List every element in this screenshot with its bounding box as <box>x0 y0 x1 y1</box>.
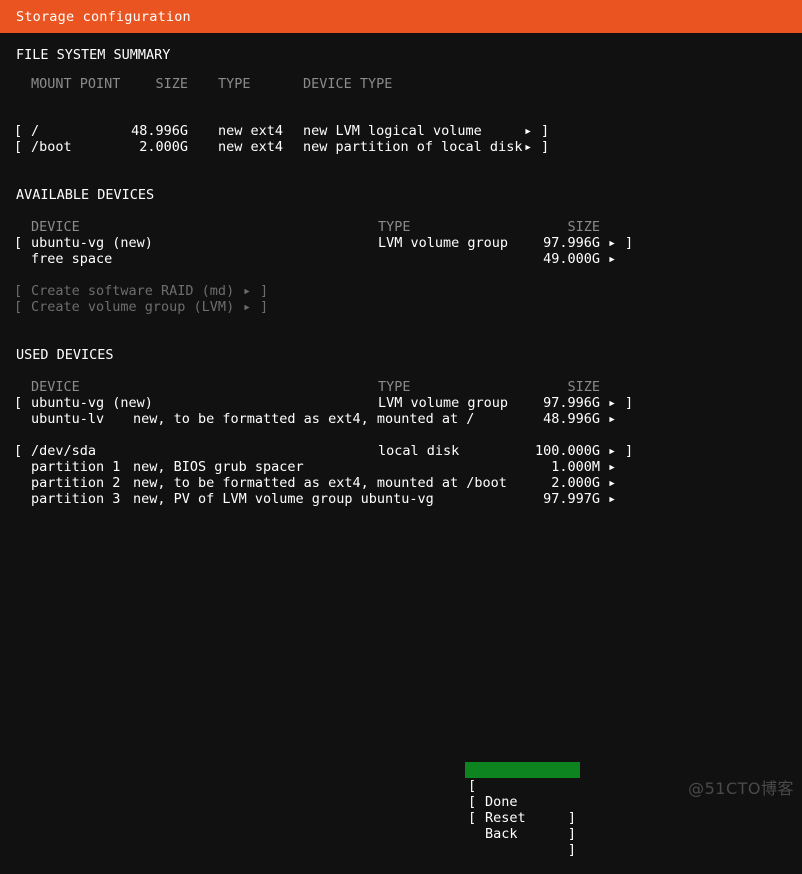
expand-arrow-icon: ▸ <box>243 299 252 315</box>
bracket-close: ] <box>260 283 269 299</box>
back-button-label: Back <box>485 826 518 842</box>
expand-arrow-icon[interactable]: ▸ <box>608 491 616 507</box>
mount-point-value: / <box>31 123 40 139</box>
bracket-open: [ <box>14 395 23 411</box>
expand-arrow-icon[interactable]: ▸ <box>608 475 616 491</box>
expand-arrow-icon[interactable]: ▸ <box>608 235 616 251</box>
bracket-open: [ <box>14 235 23 251</box>
bracket-open: [ <box>14 443 23 459</box>
type-value: new ext4 <box>218 123 284 139</box>
device-size: 49.000G <box>543 251 600 267</box>
watermark: @51CTO博客 <box>688 779 794 798</box>
child-size: 1.000M <box>551 459 600 475</box>
file-system-summary-column-headers: MOUNT POINT SIZE TYPE DEVICE TYPE <box>0 76 802 92</box>
action-create-volume-group[interactable]: [ Create volume group (LVM) ▸ ] <box>0 299 802 315</box>
child-size: 48.996G <box>543 411 600 427</box>
column-header-device-type: DEVICE TYPE <box>303 76 393 92</box>
child-name: partition 1 <box>31 459 121 475</box>
column-header-size: SIZE <box>567 379 600 395</box>
type-value: new ext4 <box>218 139 284 155</box>
available-devices-column-headers: DEVICE TYPE SIZE <box>0 219 802 235</box>
action-label: Create software RAID (md) <box>31 283 235 299</box>
bracket-open: [ <box>14 299 23 315</box>
child-detail: new, to be formatted as ext4, mounted at… <box>133 475 507 491</box>
device-type-value: new LVM logical volume <box>303 123 482 139</box>
column-header-size: SIZE <box>155 76 188 92</box>
child-detail: new, BIOS grub spacer <box>133 459 304 475</box>
used-device-row-ubuntu-vg[interactable]: [ ubuntu-vg (new) LVM volume group 97.99… <box>0 395 802 411</box>
page-title: Storage configuration <box>16 8 191 25</box>
used-devices-column-headers: DEVICE TYPE SIZE <box>0 379 802 395</box>
column-header-size: SIZE <box>567 219 600 235</box>
bracket-open: [ <box>14 123 23 139</box>
available-devices-heading: AVAILABLE DEVICES <box>16 187 155 203</box>
used-device-row-dev-sda[interactable]: [ /dev/sda local disk 100.000G ▸ ] <box>0 443 802 459</box>
device-type-value: new partition of local disk <box>303 139 523 155</box>
device-size: 97.996G <box>543 395 600 411</box>
used-devices-heading: USED DEVICES <box>16 347 114 363</box>
column-header-device: DEVICE <box>31 219 80 235</box>
size-value: 2.000G <box>139 139 188 155</box>
storage-configuration-screen: FILE SYSTEM SUMMARY MOUNT POINT SIZE TYP… <box>0 33 802 858</box>
device-type: LVM volume group <box>378 235 509 251</box>
action-label: Create volume group (LVM) <box>31 299 235 315</box>
bracket-close: ] <box>567 842 576 858</box>
bracket-open: [ <box>14 283 23 299</box>
column-header-type: TYPE <box>218 76 251 92</box>
back-button[interactable]: [ Back ] <box>465 794 580 858</box>
bracket-close: ] <box>625 443 634 459</box>
bracket-close: ] <box>541 139 550 155</box>
device-name: free space <box>31 251 113 267</box>
device-size: 97.996G <box>543 235 600 251</box>
file-system-row-root[interactable]: [ / 48.996G new ext4 new LVM logical vol… <box>0 123 802 139</box>
available-device-row-free-space[interactable]: free space 49.000G ▸ <box>0 251 802 267</box>
column-header-type: TYPE <box>378 379 411 395</box>
expand-arrow-icon[interactable]: ▸ <box>608 395 616 411</box>
child-size: 97.997G <box>543 491 600 507</box>
child-name: partition 2 <box>31 475 121 491</box>
bracket-close: ] <box>541 123 550 139</box>
device-size: 100.000G <box>534 443 600 459</box>
child-name: ubuntu-lv <box>31 411 105 427</box>
mount-point-value: /boot <box>31 139 72 155</box>
child-detail: new, to be formatted as ext4, mounted at… <box>133 411 475 427</box>
bracket-close: ] <box>567 826 576 842</box>
bracket-open: [ <box>14 139 23 155</box>
used-device-child-partition-2[interactable]: partition 2 new, to be formatted as ext4… <box>0 475 802 491</box>
file-system-summary-heading: FILE SYSTEM SUMMARY <box>16 47 171 63</box>
expand-arrow-icon[interactable]: ▸ <box>608 459 616 475</box>
size-value: 48.996G <box>131 123 188 139</box>
column-header-type: TYPE <box>378 219 411 235</box>
used-device-child-partition-3[interactable]: partition 3 new, PV of LVM volume group … <box>0 491 802 507</box>
window-title-bar: Storage configuration <box>0 0 802 33</box>
expand-arrow-icon: ▸ <box>243 283 252 299</box>
done-button[interactable]: [ Done ] <box>465 762 580 826</box>
column-header-device: DEVICE <box>31 379 80 395</box>
used-device-child-ubuntu-lv[interactable]: ubuntu-lv new, to be formatted as ext4, … <box>0 411 802 427</box>
used-device-child-partition-1[interactable]: partition 1 new, BIOS grub spacer 1.000M… <box>0 459 802 475</box>
available-device-row-ubuntu-vg[interactable]: [ ubuntu-vg (new) LVM volume group 97.99… <box>0 235 802 251</box>
action-create-software-raid[interactable]: [ Create software RAID (md) ▸ ] <box>0 283 802 299</box>
child-size: 2.000G <box>551 475 600 491</box>
bracket-close: ] <box>625 235 634 251</box>
child-name: partition 3 <box>31 491 121 507</box>
bracket-open: [ <box>468 810 477 826</box>
expand-arrow-icon[interactable]: ▸ <box>524 123 532 139</box>
device-name: ubuntu-vg (new) <box>31 235 153 251</box>
expand-arrow-icon[interactable]: ▸ <box>608 251 616 267</box>
bracket-close: ] <box>567 810 576 826</box>
button-group: [ Done ] [ Reset ] [ Back ] <box>465 762 580 858</box>
file-system-row-boot[interactable]: [ /boot 2.000G new ext4 new partition of… <box>0 139 802 155</box>
bracket-close: ] <box>260 299 269 315</box>
child-detail: new, PV of LVM volume group ubuntu-vg <box>133 491 434 507</box>
device-type: local disk <box>378 443 460 459</box>
device-name: /dev/sda <box>31 443 97 459</box>
expand-arrow-icon[interactable]: ▸ <box>608 411 616 427</box>
device-name: ubuntu-vg (new) <box>31 395 153 411</box>
reset-button[interactable]: [ Reset ] <box>465 778 580 842</box>
expand-arrow-icon[interactable]: ▸ <box>608 443 616 459</box>
expand-arrow-icon[interactable]: ▸ <box>524 139 532 155</box>
device-type: LVM volume group <box>378 395 509 411</box>
bracket-close: ] <box>625 395 634 411</box>
